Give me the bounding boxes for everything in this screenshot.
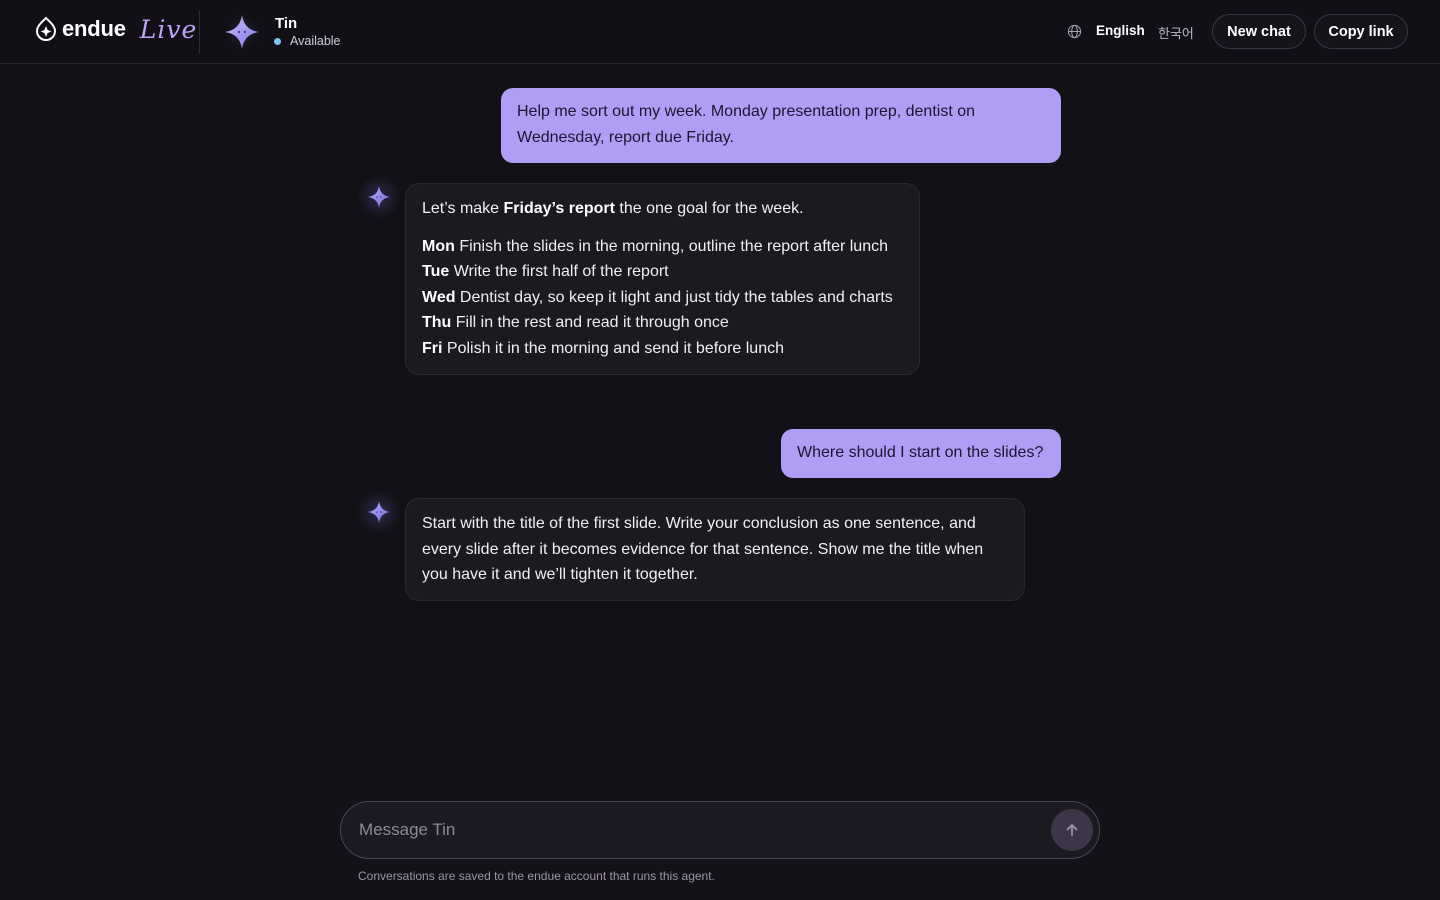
- agent-avatar-sparkle-icon: [222, 12, 262, 52]
- assistant-message: Start with the title of the first slide.…: [405, 498, 1025, 601]
- copy-link-button[interactable]: Copy link: [1314, 14, 1408, 49]
- user-message: Where should I start on the slides?: [781, 429, 1061, 478]
- header-divider: [199, 10, 200, 54]
- brand-live-label: Live: [139, 14, 198, 44]
- brand[interactable]: endue Live: [34, 14, 197, 44]
- footnote: Conversations are saved to the endue acc…: [358, 869, 715, 883]
- globe-icon: [1067, 24, 1082, 39]
- assistant-avatar-sparkle-icon: [368, 186, 390, 208]
- user-message: Help me sort out my week. Monday present…: [501, 88, 1061, 163]
- new-chat-button[interactable]: New chat: [1212, 14, 1306, 49]
- language-option-english[interactable]: English: [1096, 23, 1145, 38]
- schedule-item-thu: Thu Fill in the rest and read it through…: [422, 314, 729, 331]
- language-option-korean[interactable]: 한국어: [1158, 23, 1194, 42]
- agent-name: Tin: [275, 15, 298, 32]
- schedule-item-mon: Mon Finish the slides in the morning, ou…: [422, 237, 888, 255]
- schedule-item-fri: Fri Polish it in the morning and send it…: [422, 339, 784, 357]
- status-text: Available: [290, 34, 341, 48]
- assistant-avatar-sparkle-icon: [368, 501, 390, 523]
- assistant-intro: Let’s make Friday’s report the one goal …: [422, 200, 804, 217]
- message-composer: [340, 801, 1100, 859]
- send-button[interactable]: [1051, 809, 1093, 851]
- assistant-message: Let’s make Friday’s report the one goal …: [405, 183, 920, 375]
- top-bar: endue Live Tin Available English 한국어 New…: [0, 0, 1440, 64]
- status-dot: [274, 37, 281, 45]
- message-input[interactable]: [359, 812, 1039, 848]
- schedule-item-tue: Tue Write the first half of the report: [422, 263, 669, 280]
- brand-name: endue: [62, 16, 126, 41]
- endue-logo-icon: [35, 16, 57, 42]
- schedule-item-wed: Wed Dentist day, so keep it light and ju…: [422, 288, 893, 306]
- arrow-up-icon: [1066, 824, 1078, 836]
- agent-status: Available: [274, 34, 341, 48]
